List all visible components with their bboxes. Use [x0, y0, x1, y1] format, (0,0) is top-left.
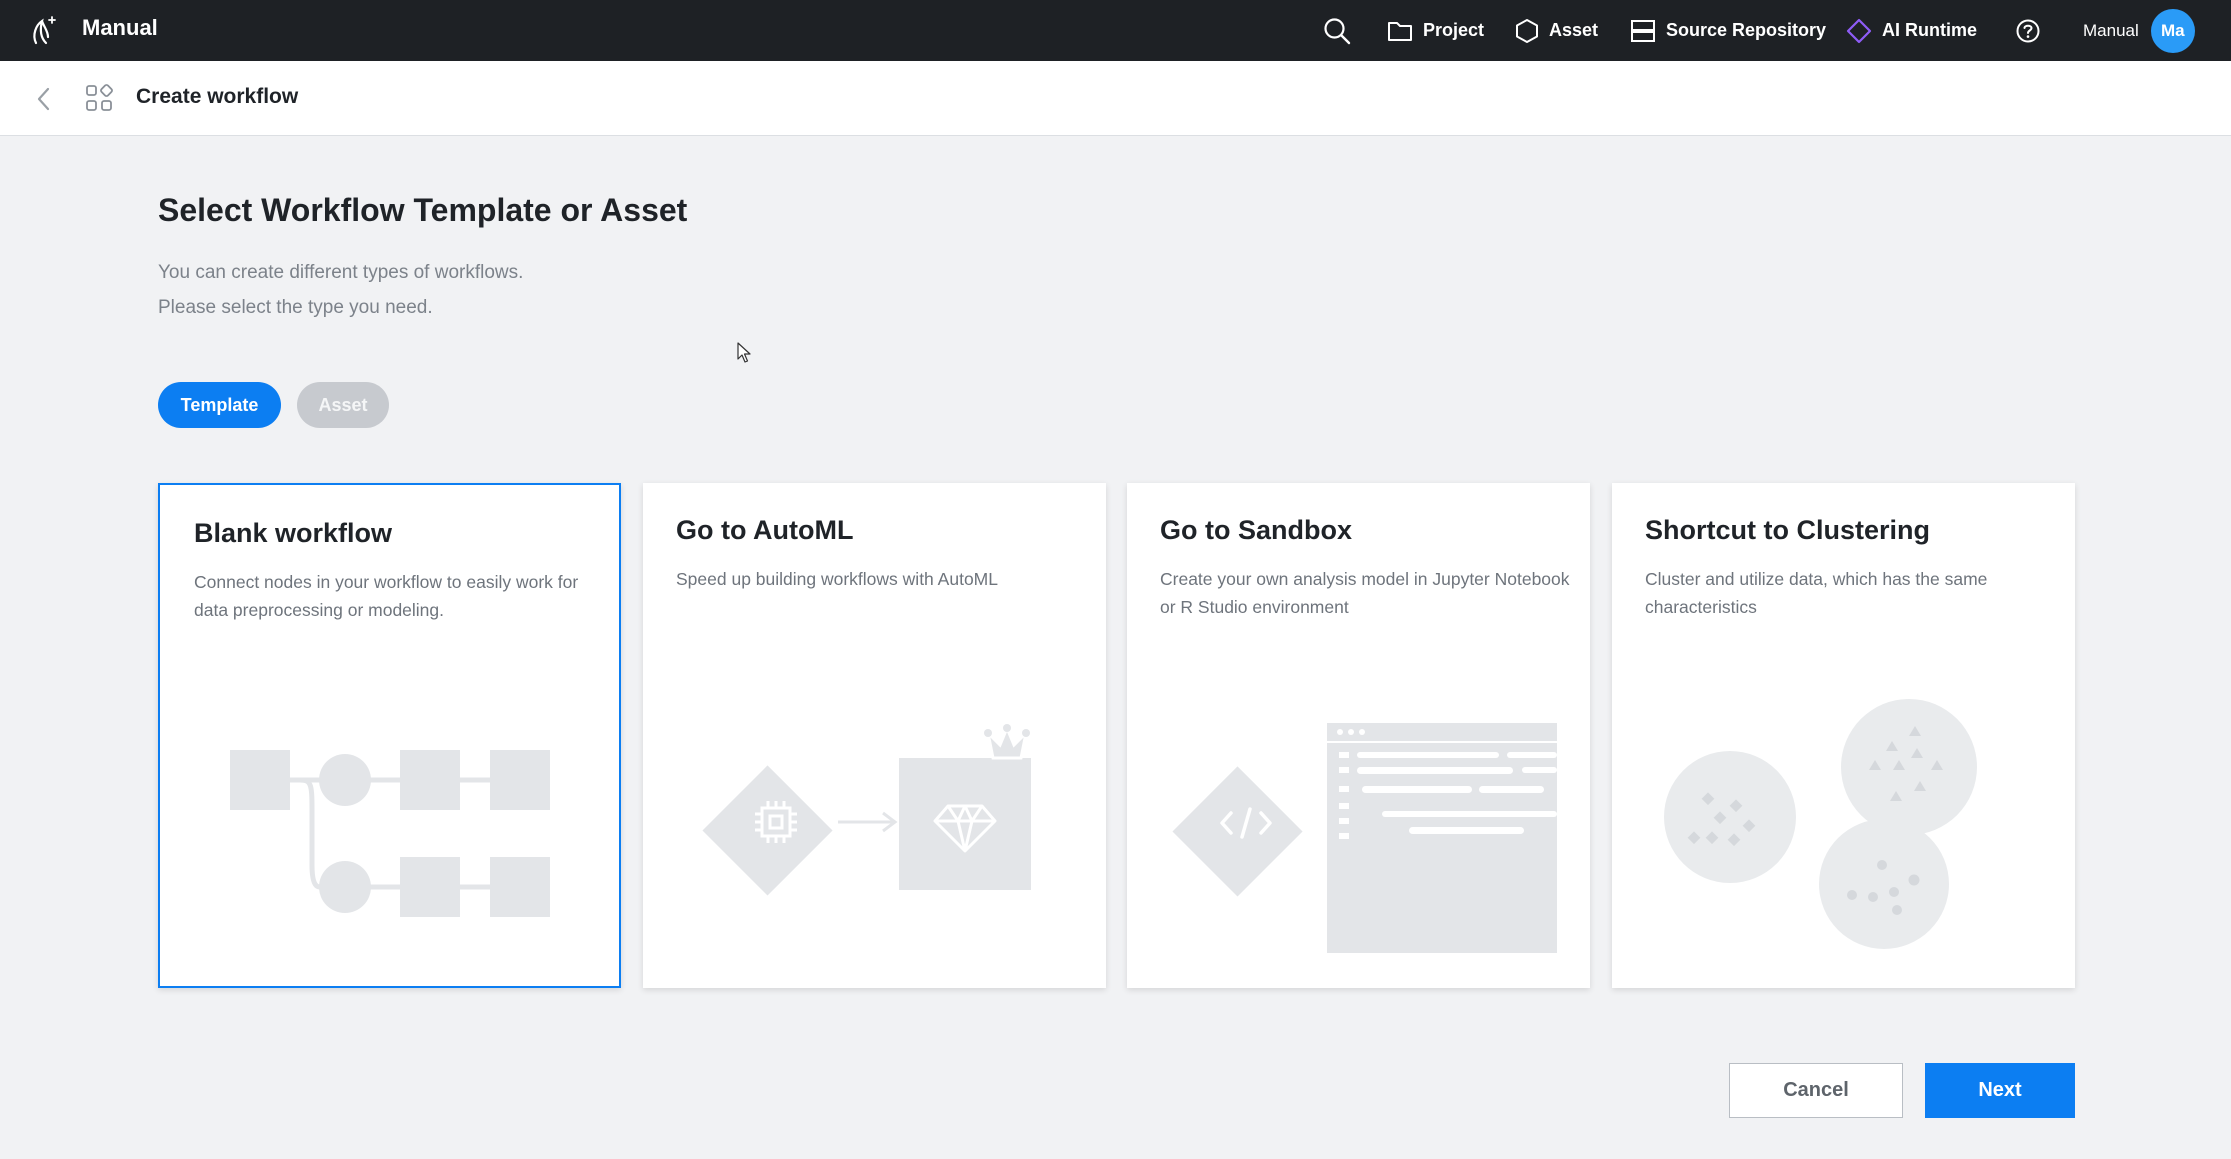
card-description: Cluster and utilize data, which has the …: [1645, 569, 1988, 617]
user-menu[interactable]: Manual Ma: [2083, 0, 2195, 61]
help-icon: [2016, 19, 2040, 42]
mouse-cursor-icon: [737, 342, 751, 363]
next-button[interactable]: Next: [1925, 1063, 2075, 1118]
page-header: Create workflow: [0, 61, 2231, 136]
sandbox-illustration: [1172, 723, 1557, 953]
card-title: Go to AutoML: [676, 515, 854, 545]
card-go-to-sandbox[interactable]: Go to Sandbox Create your own analysis m…: [1127, 483, 1590, 988]
top-navigation-bar: Manual Project Asset Source Repository A…: [0, 0, 2231, 61]
card-description: Connect nodes in your workflow to easily…: [194, 572, 579, 620]
app-title[interactable]: Manual: [82, 15, 158, 41]
card-blank-workflow[interactable]: Blank workflow Connect nodes in your wor…: [158, 483, 621, 988]
nav-source-repository-label: Source Repository: [1666, 20, 1827, 40]
section-heading: Select Workflow Template or Asset: [158, 192, 688, 228]
description-line-2: Please select the type you need.: [158, 297, 433, 318]
automl-illustration: [702, 724, 1031, 896]
nav-asset-label: Asset: [1549, 20, 1599, 40]
clustering-illustration: [1664, 699, 1977, 949]
chevron-left-icon[interactable]: [34, 85, 54, 113]
card-go-to-automl[interactable]: Go to AutoML Speed up building workflows…: [643, 483, 1106, 988]
card-description: Speed up building workflows with AutoML: [676, 569, 998, 589]
tab-asset[interactable]: Asset: [297, 382, 389, 428]
search-button[interactable]: [1322, 0, 1362, 61]
help-button[interactable]: [2015, 0, 2051, 61]
search-icon: [1324, 17, 1351, 44]
nav-ai-runtime-label: AI Runtime: [1882, 20, 1978, 40]
avatar[interactable]: Ma: [2150, 8, 2195, 53]
hexagon-icon: [1516, 18, 1538, 43]
server-icon: [1631, 19, 1655, 42]
workflow-illustration: [230, 750, 550, 917]
card-title: Go to Sandbox: [1160, 515, 1352, 545]
logo-icon[interactable]: [26, 13, 60, 47]
nav-ai-runtime[interactable]: AI Runtime: [1846, 0, 1977, 61]
cancel-button[interactable]: Cancel: [1729, 1063, 1903, 1118]
nav-project-label: Project: [1423, 20, 1485, 40]
workflow-icon: [86, 84, 113, 111]
nav-asset[interactable]: Asset: [1515, 0, 1598, 61]
card-title: Blank workflow: [194, 518, 393, 548]
user-name: Manual: [2083, 20, 2139, 40]
nav-project[interactable]: Project: [1387, 0, 1484, 61]
card-description: Create your own analysis model in Jupyte…: [1160, 569, 1570, 617]
page-title: Create workflow: [136, 85, 299, 108]
card-title: Shortcut to Clustering: [1645, 515, 1930, 545]
description-line-1: You can create different types of workfl…: [158, 262, 524, 283]
folder-icon: [1388, 21, 1412, 41]
card-shortcut-to-clustering[interactable]: Shortcut to Clustering Cluster and utili…: [1612, 483, 2075, 988]
tab-template[interactable]: Template: [158, 382, 281, 428]
diamond-icon: [1846, 18, 1872, 43]
nav-source-repository[interactable]: Source Repository: [1630, 0, 1826, 61]
